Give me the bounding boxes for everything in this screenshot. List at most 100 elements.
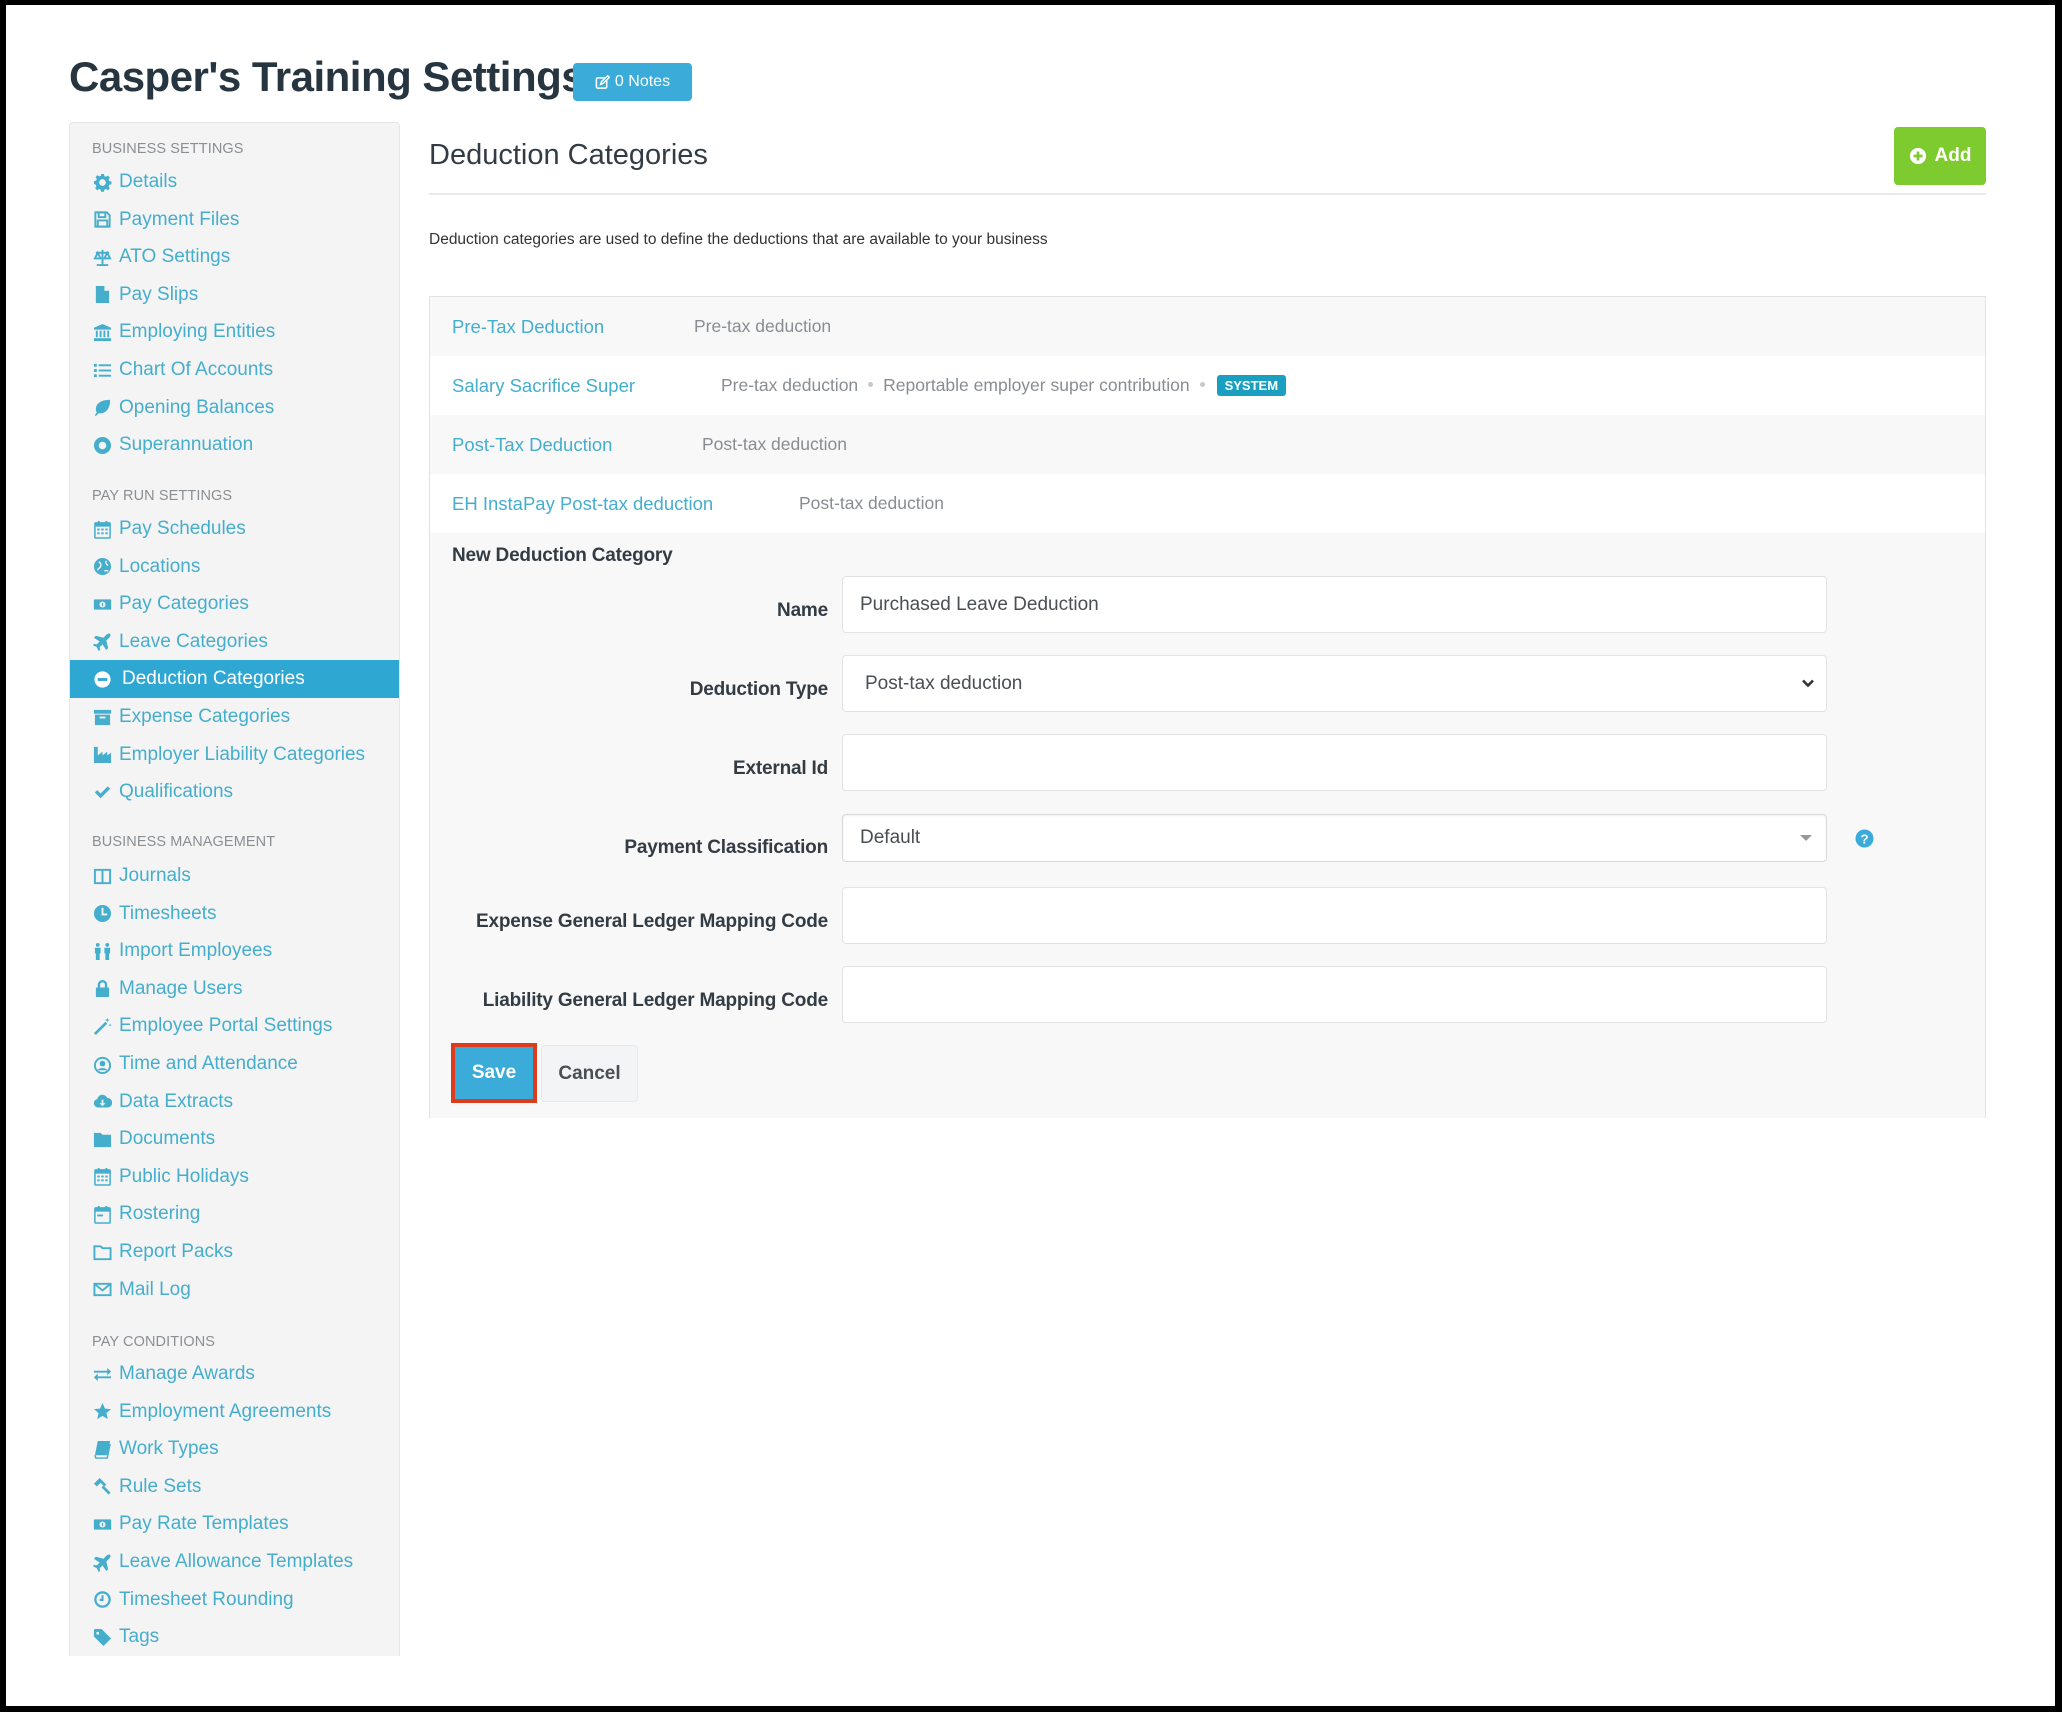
sidebar-item-label: Qualifications (119, 781, 234, 803)
sidebar-item-deduction-categories[interactable]: Deduction Categories (70, 660, 399, 699)
sidebar-item-rostering[interactable]: Rostering (70, 1195, 399, 1233)
deduction-type-select[interactable]: Post-tax deduction (842, 655, 1827, 712)
category-name-link[interactable]: Pre-Tax Deduction (452, 316, 694, 338)
sidebar-item-manage-users[interactable]: Manage Users (70, 970, 399, 1008)
sidebar-item-label: Data Extracts (119, 1090, 234, 1112)
sidebar-item-time-and-attendance[interactable]: Time and Attendance (70, 1045, 399, 1083)
cancel-button[interactable]: Cancel (541, 1045, 638, 1102)
sidebar-item-documents[interactable]: Documents (70, 1120, 399, 1158)
category-name-link[interactable]: Salary Sacrifice Super (452, 375, 721, 397)
sidebar-item-label: Pay Schedules (119, 518, 246, 539)
sidebar-item-report-packs[interactable]: Report Packs (70, 1233, 399, 1271)
payment-classification-select[interactable]: Default (842, 814, 1827, 862)
sidebar-item-data-extracts[interactable]: Data Extracts (70, 1083, 399, 1121)
sidebar-item-employing-entities[interactable]: Employing Entities (70, 313, 399, 351)
add-label: Add (1934, 145, 1972, 166)
sidebar-item-pay-rate-templates[interactable]: Pay Rate Templates (70, 1505, 399, 1543)
sidebar-item-timesheets[interactable]: Timesheets (70, 895, 399, 933)
list-icon (92, 360, 113, 381)
plane-icon (92, 1552, 113, 1573)
category-row: Post-Tax Deduction Post-tax deduction (430, 415, 1985, 474)
external-id-label: External Id (733, 758, 828, 779)
minus-circle-icon (92, 669, 113, 690)
sidebar-item-locations[interactable]: Locations (70, 548, 399, 586)
sidebar-item-leave-allowance-templates[interactable]: Leave Allowance Templates (70, 1543, 399, 1581)
sidebar-item-label: Timesheets (119, 902, 217, 924)
sidebar-item-rule-sets[interactable]: Rule Sets (70, 1468, 399, 1506)
sidebar-item-label: Chart Of Accounts (119, 359, 274, 380)
external-id-input[interactable] (842, 734, 1827, 791)
sidebar-item-public-holidays[interactable]: Public Holidays (70, 1158, 399, 1196)
sidebar-item-ato-settings[interactable]: ATO Settings (70, 238, 399, 276)
sidebar-item-pay-categories[interactable]: Pay Categories (70, 585, 399, 623)
sidebar-item-label: Manage Awards (119, 1363, 255, 1384)
help-icon[interactable]: ? (1855, 829, 1874, 848)
save-button[interactable]: Save (451, 1043, 537, 1103)
expense-gl-input[interactable] (842, 887, 1827, 944)
system-badge: SYSTEM (1216, 375, 1287, 396)
lock-icon (92, 978, 113, 999)
sidebar-item-expense-categories[interactable]: Expense Categories (70, 698, 399, 736)
category-row: Salary Sacrifice Super Pre-tax deduction R… (430, 356, 1985, 415)
payment-classification-label: Payment Classification (624, 837, 828, 858)
category-meta: Post-tax deduction (702, 434, 847, 454)
sidebar-item-label: Leave Categories (119, 630, 268, 652)
sidebar-item-superannuation[interactable]: Superannuation (70, 426, 399, 464)
sidebar-item-opening-balances[interactable]: Opening Balances (70, 389, 399, 427)
caret-down-icon (1800, 835, 1812, 841)
sidebar-item-journals[interactable]: Journals (70, 857, 399, 895)
sidebar-item-label: Expense Categories (119, 706, 291, 727)
sidebar-item-label: Rostering (119, 1203, 201, 1225)
sidebar-item-tags[interactable]: Tags (70, 1618, 399, 1656)
sidebar-item-pay-schedules[interactable]: Pay Schedules (70, 510, 399, 548)
sidebar-item-import-employees[interactable]: Import Employees (70, 932, 399, 970)
sidebar-item-employee-portal-settings[interactable]: Employee Portal Settings (70, 1007, 399, 1045)
sidebar-item-details[interactable]: Details (70, 163, 399, 201)
envelope-icon (92, 1279, 113, 1300)
folder-icon (92, 1129, 113, 1150)
file-icon (92, 284, 113, 305)
plane-icon (92, 631, 113, 652)
sidebar-item-payment-files[interactable]: Payment Files (70, 201, 399, 239)
new-category-form-title: New Deduction Category (452, 545, 673, 566)
category-name-link[interactable]: Post-Tax Deduction (452, 434, 702, 456)
sidebar-section-header: PAY RUN SETTINGS (92, 488, 233, 504)
category-name-link[interactable]: EH InstaPay Post-tax deduction (452, 493, 799, 515)
liability-gl-input[interactable] (842, 966, 1827, 1023)
sidebar-item-employer-liability-categories[interactable]: Employer Liability Categories (70, 736, 399, 774)
sidebar-item-mail-log[interactable]: Mail Log (70, 1271, 399, 1309)
sidebar-item-label: Journals (119, 865, 191, 886)
sidebar-item-pay-slips[interactable]: Pay Slips (70, 276, 399, 314)
sidebar-item-qualifications[interactable]: Qualifications (70, 773, 399, 811)
notes-button[interactable]: 0 Notes (573, 63, 692, 101)
add-button[interactable]: Add (1894, 127, 1986, 185)
sidebar-item-leave-categories[interactable]: Leave Categories (70, 623, 399, 661)
cloud-download-icon (92, 1091, 113, 1112)
sidebar-item-label: Locations (119, 555, 201, 577)
heading-divider (429, 193, 1986, 195)
sidebar-item-chart-of-accounts[interactable]: Chart Of Accounts (70, 351, 399, 389)
user-clock-icon (92, 1054, 113, 1075)
sidebar-item-label: Timesheet Rounding (119, 1588, 294, 1610)
deduction-type-value: Post-tax deduction (865, 672, 1023, 694)
app-frame: Casper's Training Settings 0 Notes BUSIN… (6, 5, 2055, 1706)
sidebar-item-label: Manage Users (119, 977, 243, 999)
sidebar-item-employment-agreements[interactable]: Employment Agreements (70, 1393, 399, 1431)
sidebar-item-manage-awards[interactable]: Manage Awards (70, 1355, 399, 1393)
check-icon (92, 782, 113, 803)
sidebar-item-label: Pay Rate Templates (119, 1513, 289, 1535)
sidebar-item-label: Tags (119, 1626, 160, 1648)
gavel-icon (92, 1476, 113, 1497)
sidebar-item-timesheet-rounding[interactable]: Timesheet Rounding (70, 1581, 399, 1619)
edit-icon (595, 74, 610, 89)
svg-text:?: ? (1860, 831, 1868, 846)
sidebar-item-work-types[interactable]: Work Types (70, 1430, 399, 1468)
separator-dot (1199, 382, 1205, 387)
name-input[interactable] (842, 576, 1827, 633)
deduction-categories-panel: Pre-Tax Deduction Pre-tax deduction Salary… (429, 296, 1986, 1118)
calendar-alt-icon (92, 1204, 113, 1225)
category-row: Pre-Tax Deduction Pre-tax deduction (430, 297, 1985, 356)
money-icon (92, 1514, 113, 1535)
expense-gl-label: Expense General Ledger Mapping Code (476, 911, 828, 932)
sidebar-section-header: BUSINESS MANAGEMENT (92, 834, 276, 850)
